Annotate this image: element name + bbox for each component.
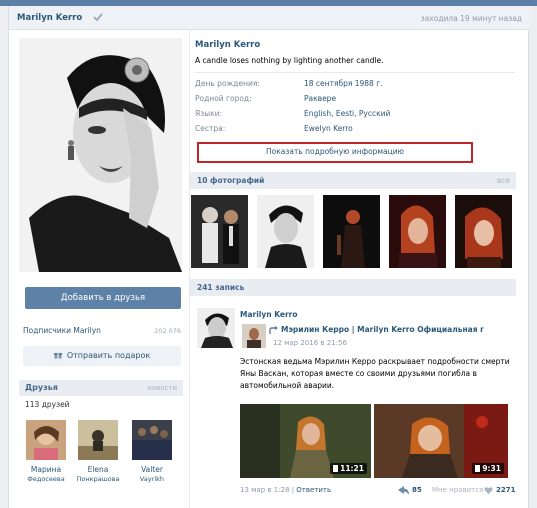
friend-card[interactable]: Valter Vayrikh [129,420,175,484]
friend-name[interactable]: Valter [129,465,175,475]
video-thumbnail[interactable]: 9:31 [374,404,508,478]
footer-separator: | [291,486,295,494]
show-more-info-link[interactable]: Показать подробную информацию [197,142,473,163]
film-icon [475,465,481,472]
column-divider [189,30,190,508]
video-duration: 11:21 [330,463,367,474]
info-label: Языки: [195,109,223,118]
friend-avatar[interactable] [26,420,66,460]
heart-icon[interactable] [484,486,493,495]
last-seen-status: заходила 19 минут назад [420,14,522,23]
post-footer: 13 мар в 1:28 | Ответить 85 Мне нравится… [240,485,516,497]
profile-status: A candle loses nothing by lighting anoth… [195,56,384,65]
friend-card[interactable]: Elena Понкрашова [75,420,121,484]
friends-title[interactable]: Друзья [25,383,58,392]
photos-title[interactable]: 10 фотографий [197,176,264,185]
subscribers-row[interactable]: Подписчики Marilyn 202 076 [23,326,181,335]
info-value[interactable]: 18 сентября 1988 г. [304,79,383,88]
info-value[interactable]: Раквере [304,94,336,103]
friend-surname[interactable]: Федосеева [23,475,69,484]
info-label: День рождения: [195,79,260,88]
header-name[interactable]: Marilyn Kerro [17,13,82,23]
friend-surname[interactable]: Понкрашова [75,475,121,484]
video-duration: 9:31 [472,463,504,474]
profile-name: Marilyn Kerro [195,40,261,50]
wall-title[interactable]: 241 запись [197,283,244,292]
post-author-name[interactable]: Marilyn Kerro [240,310,298,319]
repost-date[interactable]: 12 мар 2016 в 21:56 [273,339,347,347]
info-divider [195,72,515,73]
like-count[interactable]: 2271 [496,486,515,494]
repost-source-avatar[interactable] [242,324,266,348]
film-icon [333,465,339,472]
info-value[interactable]: Ewelyn Kerro [304,124,353,133]
share-count[interactable]: 85 [412,486,422,494]
video-duration-text: 9:31 [482,464,501,473]
friend-avatar[interactable] [78,420,118,460]
repost-source-name[interactable]: Мэрилин Керро | Marilyn Kerro Официальна… [281,325,513,334]
post-text: Эстонская ведьма Мэрилин Керро раскрывае… [240,357,510,390]
friends-count: 113 друзей [25,400,70,409]
photo-thumbnail[interactable] [257,195,314,268]
friends-news-link[interactable]: новости [147,384,177,392]
profile-avatar[interactable] [19,38,182,272]
profile-header: Marilyn Kerro заходила 19 минут назад [9,6,530,30]
info-value[interactable]: English, Eesti, Русский [304,109,390,118]
subscribers-count: 202 076 [154,327,181,335]
friend-avatar[interactable] [132,420,172,460]
info-label: Родной город: [195,94,252,103]
info-label: Сестра: [195,124,226,133]
friend-card[interactable]: Марина Федосеева [23,420,69,484]
friend-name[interactable]: Elena [75,465,121,475]
photo-thumbnail[interactable] [323,195,380,268]
friend-surname[interactable]: Vayrikh [129,475,175,484]
photo-thumbnail[interactable] [455,195,512,268]
video-thumbnail[interactable]: 11:21 [240,404,371,478]
repost-icon [269,326,278,334]
send-gift-button[interactable]: Отправить подарок [23,346,181,366]
subscribers-label: Подписчики Marilyn [23,326,101,335]
friend-name[interactable]: Марина [23,465,69,475]
like-label[interactable]: Мне нравится [432,486,483,494]
photos-all-link[interactable]: все [497,176,510,185]
friends-header[interactable]: Друзья новости [19,380,183,396]
photos-header[interactable]: 10 фотографий все [190,172,516,189]
post-author-avatar[interactable] [197,308,235,348]
post-footer-meta: 13 мар в 1:28 | Ответить [240,486,331,494]
add-friend-button[interactable]: Добавить в друзья [25,287,181,309]
avatar-photo [19,38,182,272]
video-duration-text: 11:21 [340,464,364,473]
share-icon[interactable] [398,486,409,495]
gift-icon [53,353,62,359]
photo-thumbnail[interactable] [389,195,446,268]
wall-header[interactable]: 241 запись [190,279,516,296]
reply-link[interactable]: Ответить [296,486,331,494]
send-gift-label: Отправить подарок [66,351,151,360]
post-date[interactable]: 13 мар в 1:28 [240,486,289,494]
profile-page: Marilyn Kerro заходила 19 минут назад До… [8,6,530,508]
photo-thumbnail[interactable] [191,195,248,268]
verified-check-icon [93,13,103,22]
